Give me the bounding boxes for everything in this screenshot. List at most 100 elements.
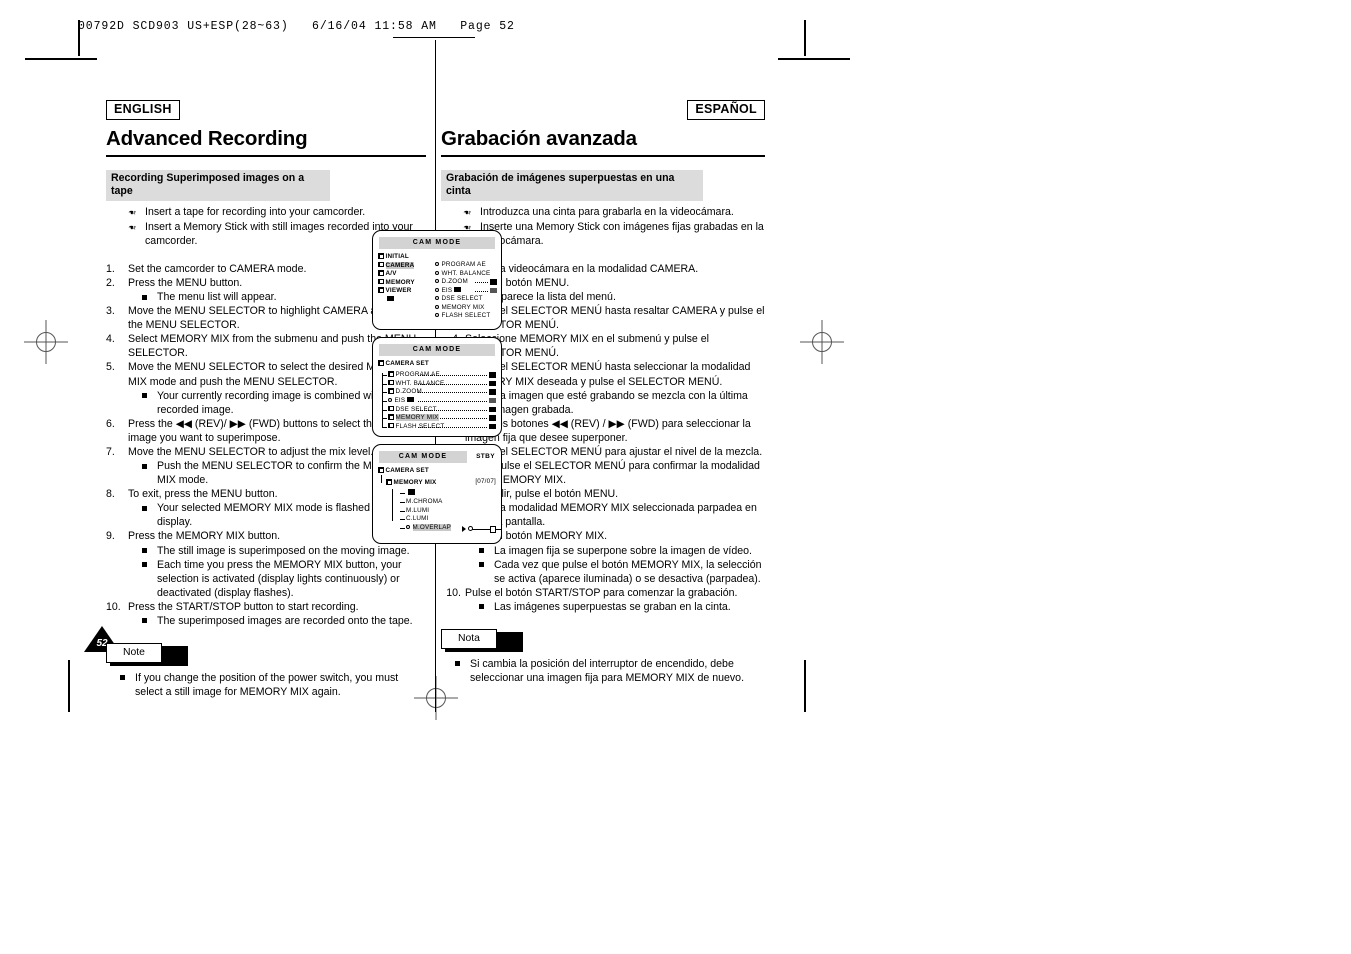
lcd-menu-item-label: C.LUMI [406,515,429,523]
step-subitem: The superimposed images are recorded ont… [141,614,426,628]
lcd-value-block [489,415,496,421]
folder-icon [388,414,394,420]
slider-knob[interactable] [490,525,496,533]
lcd-menu-item-label: A/V [385,270,397,277]
lcd-menu-item-label: D.ZOOM [395,388,422,396]
note-item: Si cambia la posición del interruptor de… [454,657,765,685]
lcd-menu-item: VIEWER [378,287,434,296]
lcd-menu-item-label: M.LUMI [406,506,430,514]
step-sublist: La imagen que esté grabando se mezcla co… [465,389,765,417]
lcd3-title: CAM MODE [379,451,467,463]
lcd-menu-item-label: FLASH SELECT [395,422,445,430]
crop-mark-top-left-h [25,58,97,60]
lcd2-root-label: CAMERA SET [385,360,429,367]
lcd-value-block [490,279,497,285]
leader-dots [418,400,487,402]
step-sublist: The still image is superimposed on the m… [128,544,426,600]
folder-icon [378,360,384,366]
step-subitem: La imagen fija se superpone sobre la ima… [478,544,765,558]
printer-slug-rule [393,37,475,38]
mix-level-slider[interactable] [462,525,501,533]
note-item: If you change the position of the power … [119,671,426,699]
slider-start-dot [468,526,473,532]
lcd-menu-item-label: MEMORY MIX [395,414,439,422]
lcd-cursor-block [396,489,496,498]
lcd2-title: CAM MODE [379,344,495,356]
lcd-screenshot-camera-set: CAM MODE CAMERA SET PROGRAM AE WHT. BALAN… [372,337,502,437]
step-text: Press the ◀◀ (REV)/ ▶▶ (FWD) buttons to … [128,417,397,444]
lcd-submenu-item-label: D.ZOOM [441,278,468,285]
diamond-bullet-icon [435,313,439,317]
step-subitem: The still image is superimposed on the m… [141,544,426,558]
folder-icon [386,479,392,485]
lcd-submenu-item: MEMORY MIX [435,304,497,313]
step-text: Mueva el SELECTOR MENÚ hasta resaltar CA… [465,305,765,332]
diamond-bullet-icon [435,262,439,266]
lcd3-item-tree: M.CHROMA M.LUMI C.LUMI M.OVERLAP [386,489,501,533]
lcd-menu-item: A/V [378,270,434,279]
lcd-menu-item: CAMERA [378,261,434,271]
lcd3-titlebar: CAM MODE STBY [379,451,495,463]
note-list-english: If you change the position of the power … [106,671,426,699]
folder-icon [378,467,384,473]
step-text: Set the camcorder to CAMERA mode. [128,262,307,275]
step-item: Pulse el botón START/STOP para comenzar … [441,586,765,614]
folder-icon [378,287,384,293]
cursor-icon [408,489,415,495]
lcd-menu-item: MEMORY MIX [378,414,496,423]
lcd-menu-item-label: INITIAL [385,253,409,260]
folder-icon [378,261,384,267]
lcd-value-block [489,397,496,404]
section-heading-english: Recording Superimposed images on a tape [106,169,330,202]
lcd1-title: CAM MODE [379,237,495,249]
lcd-submenu-item: PROGRAM AE [435,261,497,270]
lcd-menu-item-label: DSE SELECT [395,405,437,413]
tree-vline [381,475,382,484]
note-label-spanish: Nota [441,628,497,649]
slider-arrow-icon [462,526,466,533]
leader-dots [475,290,488,292]
lcd3-root-label: CAMERA SET [385,467,429,474]
lcd-cursor-block [378,295,434,305]
lcd-menu-item-label: M.OVERLAP [412,523,452,531]
leader-dots [418,392,487,394]
note-block-spanish: Nota Si cambia la posición del interrupt… [441,628,765,685]
folder-icon [378,253,384,259]
cursor-icon [407,396,415,403]
folder-icon [378,278,384,284]
lcd-submenu-item: WHT. BALANCE [435,270,497,279]
step-text: Pulse los botones ◀◀ (REV) / ▶▶ (FWD) pa… [465,417,751,444]
lcd-menu-item: M.OVERLAP [396,523,501,533]
folder-icon [388,388,394,394]
lcd-value-block [489,380,496,387]
lcd-menu-item: FLASH SELECT [378,422,496,432]
lcd-menu-item: INITIAL [378,253,434,262]
lcd-submenu-item: FLASH SELECT [435,312,497,321]
english-lang-row: ENGLISH [106,100,426,120]
lcd-menu-item-label: M.CHROMA [406,498,443,505]
lcd-submenu-item-label: MEMORY MIX [441,303,485,311]
step-text: Move the MENU SELECTOR to adjust the mix… [128,445,374,458]
lcd-menu-item: C.LUMI [396,515,496,524]
step-text: Mueva el SELECTOR MENÚ hasta seleccionar… [465,361,751,388]
lcd-menu-item: D.ZOOM [378,388,496,397]
diamond-bullet-icon [435,279,439,283]
step-sublist: Aparece la lista del menú. [465,290,765,304]
lcd-submenu-item: D.ZOOM [435,278,497,287]
lcd-menu-item: MEMORY [378,278,434,288]
step-text: To exit, press the MENU button. [128,488,278,501]
lcd-menu-item: M.LUMI [396,507,496,516]
lcd-screenshot-memory-mix: CAM MODE STBY [07/07] CAMERA SET MEMORY … [372,444,502,544]
lcd-value-block [489,423,496,430]
step-subitem: Cada vez que pulse el botón MEMORY MIX, … [478,558,765,586]
cursor-icon [387,295,394,301]
registration-mark-left [24,320,68,364]
lcd-submenu-item: DSE SELECT [435,295,497,304]
lcd-value-block [489,389,496,395]
prereq-item: Insert a tape for recording into your ca… [128,206,426,220]
lcd3-submenu-title: MEMORY MIX [393,479,437,487]
step-text: Mueva el SELECTOR MENÚ para ajustar el n… [465,445,763,458]
language-tag-english: ENGLISH [106,100,180,120]
note-label-english: Note [106,642,162,663]
lcd-menu-item-label: EIS [394,396,406,404]
